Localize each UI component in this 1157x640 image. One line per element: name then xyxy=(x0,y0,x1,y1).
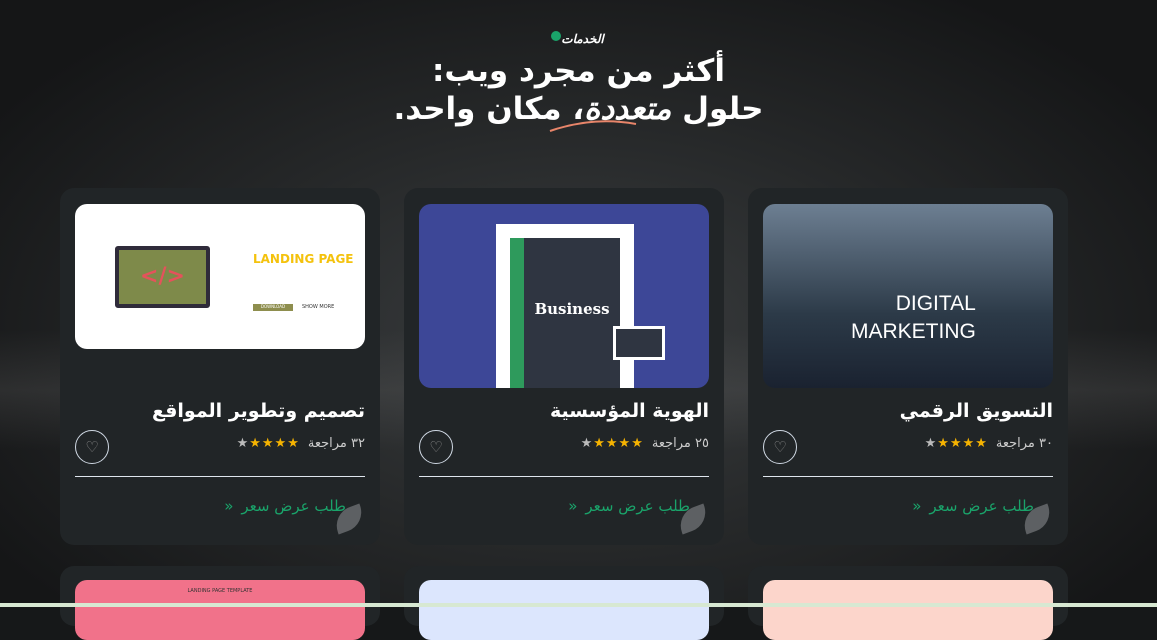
service-image xyxy=(763,580,1053,640)
favorite-button[interactable]: ♡ xyxy=(419,430,453,464)
service-image: LANDING PAGE TEMPLATE xyxy=(75,580,365,640)
request-quote-link[interactable]: طلب عرض سعر « xyxy=(568,497,690,515)
card-title: التسويق الرقمي xyxy=(899,400,1053,422)
image-text: MARKETING xyxy=(851,320,976,343)
image-text: LANDING PAGE TEMPLATE xyxy=(187,588,253,594)
image-text: DIGITAL xyxy=(895,292,976,315)
review-count: ٣٢ مراجعة xyxy=(307,436,365,451)
request-quote-link[interactable]: طلب عرض سعر « xyxy=(912,497,1034,515)
stars-icon: ★★★★★ xyxy=(924,436,988,451)
divider xyxy=(419,476,709,477)
title-part: حلول xyxy=(671,91,764,127)
bottom-strip xyxy=(0,603,1157,607)
eyebrow-text: الخدمات xyxy=(561,32,604,46)
favorite-button[interactable]: ♡ xyxy=(75,430,109,464)
underline-swoosh xyxy=(549,120,637,132)
image-text: SHOW MORE xyxy=(302,304,335,310)
divider xyxy=(763,476,1053,477)
dot-icon xyxy=(551,30,562,41)
section-title: أكثر من مجرد ويب: حلول متعددة، مكان واحد… xyxy=(0,52,1157,128)
service-card[interactable]: DIGITAL MARKETING التسويق الرقمي ٣٠ مراجع… xyxy=(748,188,1068,545)
cta-label: طلب عرض سعر xyxy=(929,497,1034,515)
divider xyxy=(75,476,365,477)
image-text: DOWNLOAD xyxy=(253,304,293,311)
service-image: </> LANDING PAGE DOWNLOAD SHOW MORE xyxy=(75,204,365,349)
heart-icon: ♡ xyxy=(429,438,443,456)
cta-label: طلب عرض سعر xyxy=(241,497,346,515)
review-count: ٣٠ مراجعة xyxy=(995,436,1053,451)
service-card[interactable] xyxy=(404,566,724,640)
cta-label: طلب عرض سعر xyxy=(585,497,690,515)
chevrons-left-icon: « xyxy=(568,497,578,515)
chevrons-left-icon: « xyxy=(912,497,922,515)
rating: ٣٢ مراجعة ★★★★★ xyxy=(237,436,365,451)
service-card[interactable]: </> LANDING PAGE DOWNLOAD SHOW MORE تصمي… xyxy=(60,188,380,545)
section-eyebrow: الخدمات xyxy=(0,30,1157,46)
card-title: الهوية المؤسسية xyxy=(550,400,709,422)
image-text: Business xyxy=(534,300,610,318)
stars-icon: ★★★★★ xyxy=(236,436,300,451)
rating: ٢٥ مراجعة ★★★★★ xyxy=(581,436,709,451)
heart-icon: ♡ xyxy=(85,438,99,456)
heart-icon: ♡ xyxy=(773,438,787,456)
request-quote-link[interactable]: طلب عرض سعر « xyxy=(224,497,346,515)
service-image: Business xyxy=(419,204,709,388)
favorite-button[interactable]: ♡ xyxy=(763,430,797,464)
service-card[interactable]: LANDING PAGE TEMPLATE xyxy=(60,566,380,640)
stars-icon: ★★★★★ xyxy=(580,436,644,451)
title-line1: أكثر من مجرد ويب: xyxy=(432,53,725,89)
review-count: ٢٥ مراجعة xyxy=(651,436,709,451)
service-image: DIGITAL MARKETING xyxy=(763,204,1053,388)
service-card[interactable] xyxy=(748,566,1068,640)
card-title: تصميم وتطوير المواقع xyxy=(151,400,365,422)
rating: ٣٠ مراجعة ★★★★★ xyxy=(925,436,1053,451)
service-card[interactable]: Business الهوية المؤسسية ٢٥ مراجعة ★★★★★ … xyxy=(404,188,724,545)
image-text: LANDING PAGE xyxy=(253,252,354,266)
service-image xyxy=(419,580,709,640)
chevrons-left-icon: « xyxy=(224,497,234,515)
